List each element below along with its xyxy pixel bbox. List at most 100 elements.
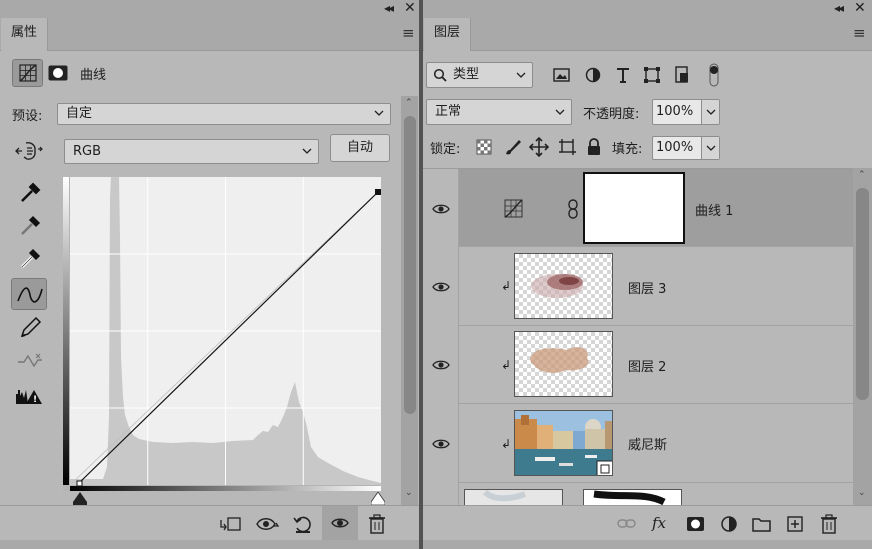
auto-button[interactable]: 自动 (330, 134, 390, 162)
scroll-down-icon[interactable]: ⌄ (405, 488, 413, 498)
clipping-warning-icon[interactable]: ! (12, 380, 48, 412)
new-layer-icon[interactable] (785, 514, 807, 534)
layers-bottom-bar: fx (423, 505, 872, 540)
edit-points-curve-icon[interactable] (11, 278, 47, 310)
white-point-handle[interactable] (375, 189, 381, 195)
preset-value: 自定 (66, 106, 93, 121)
layer-thumbnail[interactable] (464, 489, 563, 505)
chevron-down-icon (706, 145, 716, 151)
layer-thumbnail[interactable] (514, 331, 613, 397)
opacity-label: 不透明度: (583, 107, 640, 122)
tab-layers[interactable]: 图层 (424, 18, 472, 51)
filter-toggle-switch[interactable] (706, 62, 722, 88)
lock-artboard-icon[interactable] (556, 136, 578, 158)
fill-stepper[interactable] (701, 137, 719, 159)
lock-image-pixels-icon[interactable] (502, 136, 524, 158)
filter-adjustment-icon[interactable] (582, 64, 604, 86)
sample-black-point-icon[interactable] (12, 175, 48, 207)
scroll-thumb[interactable] (404, 116, 416, 414)
opacity-stepper[interactable] (701, 100, 719, 124)
output-gradient-bar (63, 177, 69, 485)
layers-scrollbar[interactable]: ⌃ ⌄ (853, 168, 872, 505)
panel-footer-grip (423, 540, 872, 549)
close-icon[interactable]: ✕ (404, 0, 416, 16)
curves-adjustment-icon[interactable] (12, 59, 43, 87)
layer-visibility-eye-icon[interactable] (432, 359, 450, 371)
blend-mode-dropdown[interactable]: 正常 (426, 99, 572, 125)
tab-properties[interactable]: 属性 (1, 18, 49, 51)
layers-panel: ◂◂ ✕ 图层 ≡ 类型 正常 不透明度: 100% 锁定: 填充: 100% … (423, 0, 872, 549)
collapse-icon[interactable]: ◂◂ (384, 1, 394, 15)
black-point-handle[interactable] (76, 480, 83, 487)
view-previous-state-icon[interactable] (256, 514, 280, 534)
new-group-folder-icon[interactable] (751, 514, 773, 534)
toggle-visibility-button[interactable] (322, 506, 358, 541)
properties-scrollbar[interactable]: ⌃ ⌄ (401, 96, 418, 506)
search-icon (433, 68, 447, 82)
scroll-down-icon[interactable]: ⌄ (858, 488, 866, 498)
scroll-thumb[interactable] (856, 188, 869, 400)
lock-position-icon[interactable] (528, 136, 550, 158)
clipping-arrow-icon: ↲ (501, 279, 512, 293)
mask-icon[interactable] (48, 65, 68, 81)
layer-name[interactable]: 图层 2 (628, 356, 666, 375)
layer-visibility-eye-icon[interactable] (432, 438, 450, 450)
sample-gray-point-icon[interactable] (12, 208, 48, 240)
clipping-arrow-icon: ↲ (501, 437, 512, 451)
panel-menu-icon[interactable]: ≡ (853, 24, 866, 42)
close-icon[interactable]: ✕ (854, 0, 866, 16)
layer-name[interactable]: 威尼斯 (628, 434, 667, 453)
black-input-slider[interactable] (73, 492, 87, 505)
svg-text:!: ! (33, 395, 37, 405)
properties-title: 曲线 (80, 68, 107, 83)
clip-to-layer-icon[interactable] (219, 514, 241, 534)
preset-dropdown[interactable]: 自定 (57, 103, 391, 125)
collapse-icon[interactable]: ◂◂ (834, 1, 844, 15)
visibility-column (423, 169, 459, 505)
curves-graph[interactable] (63, 177, 382, 491)
chevron-down-icon (374, 110, 384, 116)
filter-smart-object-icon[interactable] (671, 64, 693, 86)
add-mask-icon[interactable] (685, 514, 707, 534)
properties-bottom-bar (0, 505, 419, 541)
draw-curve-pencil-icon[interactable] (12, 311, 48, 343)
filter-shape-icon[interactable] (641, 64, 663, 86)
properties-panel: ◂◂ ✕ 属性 ≡ 曲线 预设: 自定 RGB 自动 ! ⌃ ⌄ (0, 0, 419, 549)
fill-field[interactable]: 100% (652, 136, 720, 160)
reset-icon[interactable] (292, 514, 314, 534)
channel-dropdown[interactable]: RGB (64, 139, 319, 164)
layer-effects-icon[interactable]: fx (652, 514, 674, 534)
scroll-up-icon[interactable]: ⌃ (405, 98, 413, 108)
input-gradient-bar (70, 486, 381, 491)
layer-thumbnail[interactable] (514, 410, 613, 476)
lock-label: 锁定: (430, 142, 461, 157)
delete-adjustment-icon[interactable] (366, 514, 388, 534)
lock-transparent-pixels-icon[interactable] (473, 136, 495, 158)
layer-thumbnail[interactable] (514, 253, 613, 319)
layer-name[interactable]: 曲线 1 (695, 200, 733, 219)
layer-mask-thumbnail[interactable] (583, 172, 685, 244)
lock-all-icon[interactable] (583, 136, 605, 158)
filter-type-icon[interactable] (612, 64, 634, 86)
curves-layer-type-icon (503, 198, 525, 220)
panel-menu-icon[interactable]: ≡ (402, 24, 415, 42)
layer-visibility-eye-icon[interactable] (432, 203, 450, 215)
filter-kind-dropdown[interactable]: 类型 (426, 62, 533, 88)
link-chain-icon[interactable] (566, 199, 580, 219)
layer-name[interactable]: 图层 3 (628, 278, 666, 297)
layer-visibility-eye-icon[interactable] (432, 281, 450, 293)
layer-mask-thumbnail[interactable] (583, 489, 682, 505)
venice-photo (515, 411, 612, 475)
delete-layer-icon[interactable] (818, 514, 840, 534)
smooth-curve-icon (12, 344, 48, 376)
scroll-up-icon[interactable]: ⌃ (858, 170, 866, 180)
sample-white-point-icon[interactable] (12, 241, 48, 273)
new-adjustment-layer-icon[interactable] (719, 514, 741, 534)
filter-pixel-icon[interactable] (551, 64, 573, 86)
white-input-slider[interactable] (370, 491, 386, 506)
blend-mode-value: 正常 (435, 104, 462, 119)
chevron-down-icon (302, 148, 312, 154)
opacity-field[interactable]: 100% (652, 99, 720, 125)
targeted-adjustment-hand-icon[interactable] (14, 139, 44, 163)
fill-label: 填充: (612, 142, 643, 157)
